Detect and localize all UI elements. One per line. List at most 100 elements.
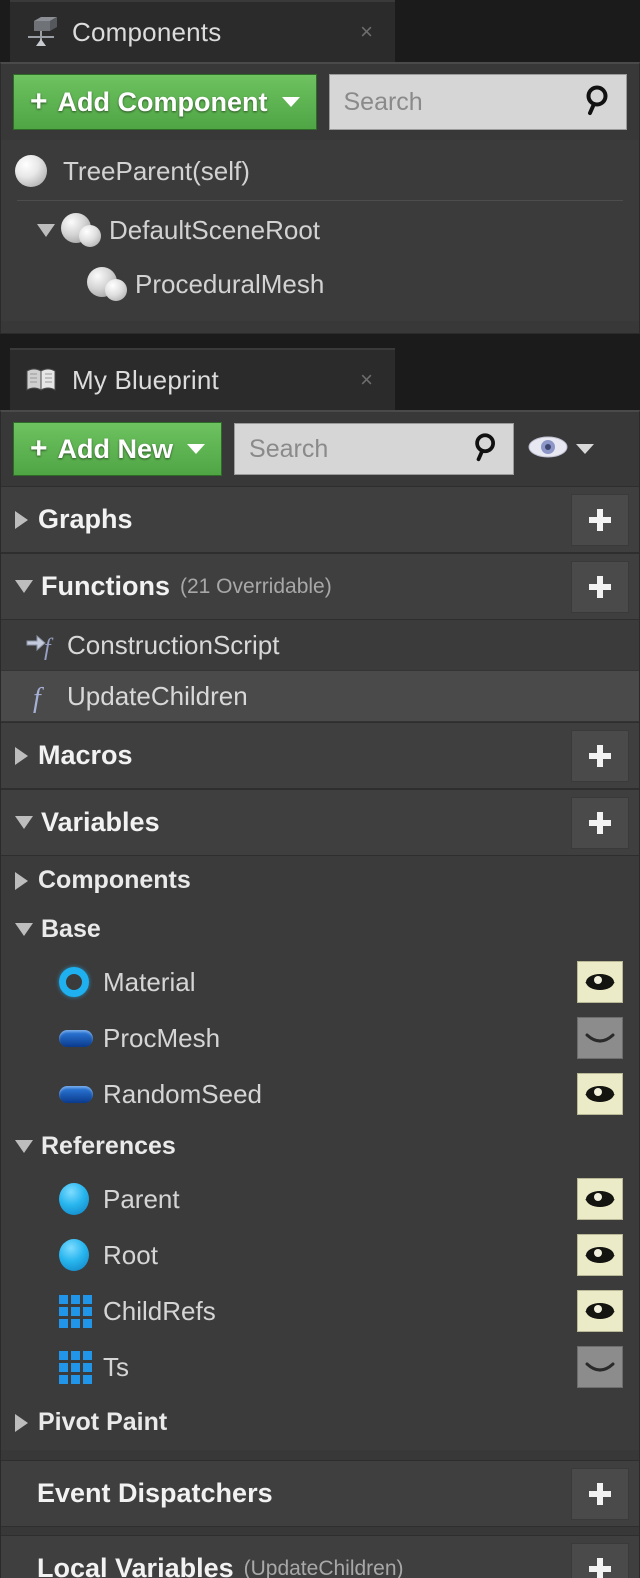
chevron-down-icon[interactable] xyxy=(15,580,33,593)
tab-my-blueprint[interactable]: My Blueprint × xyxy=(10,348,395,410)
list-item-label: ConstructionScript xyxy=(67,629,280,660)
pill-icon xyxy=(59,1085,103,1103)
variable-category-base[interactable]: Base xyxy=(1,905,639,954)
variable-label: RandomSeed xyxy=(103,1078,262,1109)
visibility-toggle-eye-closed-icon[interactable] xyxy=(577,1346,623,1388)
myblueprint-body: + Add New Search Graphs Functions (21 Ov… xyxy=(0,410,640,1578)
add-new-label: Add New xyxy=(57,433,174,464)
add-variable-button[interactable] xyxy=(571,796,629,849)
section-header-variables[interactable]: Variables xyxy=(1,789,639,856)
scene-root-icon xyxy=(61,213,107,247)
tree-row[interactable]: DefaultSceneRoot xyxy=(1,203,639,257)
components-panel: Components × + Add Component Search Tree… xyxy=(0,0,640,334)
close-icon[interactable]: × xyxy=(360,21,373,43)
chevron-down-icon xyxy=(281,97,300,107)
procedural-mesh-icon xyxy=(87,267,133,301)
section-sublabel: (21 Overridable) xyxy=(180,574,332,598)
add-component-label: Add Component xyxy=(57,86,268,117)
variable-label: ChildRefs xyxy=(103,1295,216,1326)
chevron-right-icon[interactable] xyxy=(15,871,28,890)
visibility-toggle-eye-icon[interactable] xyxy=(577,1073,623,1115)
variable-row-root[interactable]: Root xyxy=(1,1227,639,1283)
variable-label: Parent xyxy=(103,1183,180,1214)
tree-item-label: ProceduralMesh xyxy=(135,268,325,299)
add-graph-button[interactable] xyxy=(571,493,629,546)
section-header-event-dispatchers[interactable]: Event Dispatchers xyxy=(1,1460,639,1527)
plus-icon: + xyxy=(30,85,48,118)
variable-row-ts[interactable]: Ts xyxy=(1,1339,639,1395)
variable-row-material[interactable]: Material xyxy=(1,954,639,1010)
tree-row[interactable]: TreeParent(self) xyxy=(1,144,639,198)
divider xyxy=(1,1450,639,1460)
add-function-button[interactable] xyxy=(571,560,629,613)
variable-row-randomseed[interactable]: RandomSeed xyxy=(1,1066,639,1122)
section-header-graphs[interactable]: Graphs xyxy=(1,486,639,553)
tab-components[interactable]: Components × xyxy=(10,0,395,62)
section-label: Graphs xyxy=(38,504,133,534)
divider xyxy=(17,200,623,201)
section-header-local-variables[interactable]: Local Variables (UpdateChildren) xyxy=(1,1535,639,1578)
visibility-toggle-eye-icon[interactable] xyxy=(577,1234,623,1276)
variable-row-procmesh[interactable]: ProcMesh xyxy=(1,1010,639,1066)
pill-icon xyxy=(59,1029,103,1047)
section-header-functions[interactable]: Functions (21 Overridable) xyxy=(1,553,639,620)
visibility-toggle-eye-icon[interactable] xyxy=(577,961,623,1003)
chevron-down-icon[interactable] xyxy=(15,816,33,829)
svg-text:f: f xyxy=(33,683,44,713)
variable-row-childrefs[interactable]: ChildRefs xyxy=(1,1283,639,1339)
tree-row[interactable]: ProceduralMesh xyxy=(1,257,639,311)
section-label: Event Dispatchers xyxy=(37,1478,273,1508)
construction-script-icon: f xyxy=(23,628,63,662)
sphere-icon xyxy=(15,155,47,187)
section-sublabel: (UpdateChildren) xyxy=(243,1556,404,1578)
chevron-down-icon[interactable] xyxy=(37,223,55,237)
add-new-button[interactable]: + Add New xyxy=(13,422,223,476)
variable-row-parent[interactable]: Parent xyxy=(1,1171,639,1227)
variable-category-components[interactable]: Components xyxy=(1,856,639,905)
list-item-construction-script[interactable]: f ConstructionScript xyxy=(1,620,639,671)
visibility-toggle-eye-icon[interactable] xyxy=(577,1178,623,1220)
svg-text:f: f xyxy=(44,635,54,661)
myblueprint-tabstrip: My Blueprint × xyxy=(0,348,640,410)
add-component-button[interactable]: + Add Component xyxy=(13,74,317,130)
chevron-right-icon[interactable] xyxy=(15,1413,28,1432)
variable-label: Root xyxy=(103,1239,158,1270)
eye-icon xyxy=(526,432,570,467)
book-icon xyxy=(24,363,58,397)
visibility-toggle-eye-icon[interactable] xyxy=(577,1290,623,1332)
add-event-dispatcher-button[interactable] xyxy=(571,1467,629,1520)
components-body: + Add Component Search TreeParent(self) xyxy=(0,62,640,334)
category-label: Base xyxy=(41,915,101,943)
myblueprint-panel: My Blueprint × + Add New Search Graphs F… xyxy=(0,348,640,1578)
components-search-placeholder: Search xyxy=(343,87,423,116)
chevron-right-icon[interactable] xyxy=(15,746,28,765)
category-label: Pivot Paint xyxy=(38,1408,168,1436)
chevron-right-icon[interactable] xyxy=(15,510,28,529)
components-tabstrip: Components × xyxy=(0,0,640,62)
category-label: References xyxy=(41,1132,176,1160)
tab-my-blueprint-label: My Blueprint xyxy=(72,364,219,395)
variable-category-pivot-paint[interactable]: Pivot Paint xyxy=(1,1395,639,1450)
category-label: Components xyxy=(38,866,191,894)
add-local-variable-button[interactable] xyxy=(571,1542,629,1578)
list-item-update-children[interactable]: f UpdateChildren xyxy=(1,671,639,722)
search-icon xyxy=(582,83,616,122)
chevron-down-icon[interactable] xyxy=(15,923,33,936)
variable-category-references[interactable]: References xyxy=(1,1122,639,1171)
tree-item-label: DefaultSceneRoot xyxy=(109,214,321,245)
visibility-options-button[interactable] xyxy=(526,432,598,467)
components-cube-icon xyxy=(24,15,58,49)
section-header-macros[interactable]: Macros xyxy=(1,722,639,789)
chevron-down-icon[interactable] xyxy=(15,1140,33,1153)
components-search-input[interactable]: Search xyxy=(328,74,627,130)
variable-label: ProcMesh xyxy=(103,1022,221,1053)
close-icon[interactable]: × xyxy=(360,369,373,391)
tree-item-label: TreeParent(self) xyxy=(63,155,250,186)
components-toolbar: + Add Component Search xyxy=(1,64,639,140)
object-ball-icon xyxy=(59,1183,103,1215)
visibility-toggle-eye-closed-icon[interactable] xyxy=(577,1017,623,1059)
add-macro-button[interactable] xyxy=(571,729,629,782)
myblueprint-toolbar: + Add New Search xyxy=(1,412,639,486)
search-icon xyxy=(471,431,503,468)
myblueprint-search-input[interactable]: Search xyxy=(234,423,515,475)
